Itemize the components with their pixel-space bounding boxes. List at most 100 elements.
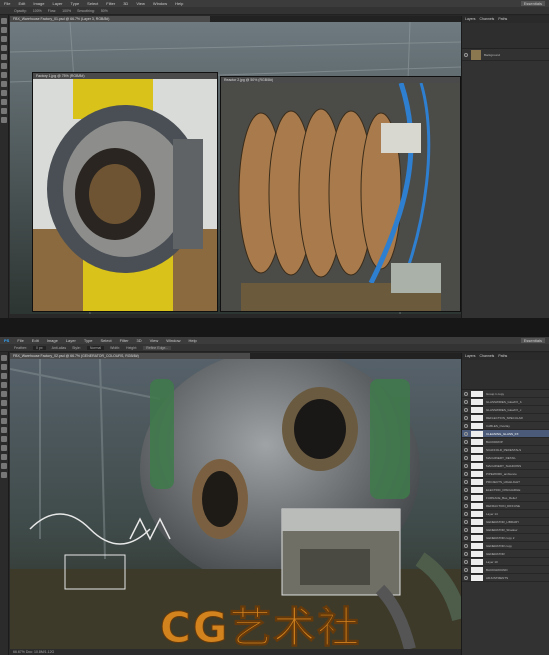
visibility-eye-icon[interactable] bbox=[464, 463, 468, 468]
tab-layers[interactable]: Layers bbox=[465, 16, 476, 23]
layer-controls-bottom[interactable] bbox=[462, 360, 549, 390]
visibility-eye-icon[interactable] bbox=[464, 535, 468, 540]
menu-item-edit[interactable]: Edit bbox=[32, 338, 39, 343]
visibility-eye-icon[interactable] bbox=[464, 575, 468, 580]
layer-row[interactable]: GENERATOR copy 2 bbox=[462, 534, 549, 542]
visibility-eye-icon[interactable] bbox=[464, 407, 468, 412]
lasso-tool-icon[interactable] bbox=[1, 36, 7, 42]
gradient-tool-icon[interactable] bbox=[1, 90, 7, 96]
menu-item-view[interactable]: View bbox=[136, 1, 145, 6]
visibility-eye-icon[interactable] bbox=[464, 495, 468, 500]
menu-item-window[interactable]: Window bbox=[153, 1, 167, 6]
dodge-tool-icon[interactable] bbox=[1, 99, 7, 105]
marquee-tool-icon[interactable] bbox=[1, 364, 7, 370]
feather-input[interactable]: 0 px bbox=[33, 345, 46, 350]
style-select[interactable]: Normal bbox=[86, 345, 105, 350]
tab-layers[interactable]: Layers bbox=[465, 353, 476, 360]
visibility-eye-icon[interactable] bbox=[464, 399, 468, 404]
menu-item-select[interactable]: Select bbox=[101, 338, 112, 343]
layer-row[interactable]: GLASSWIRES_GlowFX_c bbox=[462, 406, 549, 414]
menu-item-file[interactable]: File bbox=[17, 338, 23, 343]
menu-item-help[interactable]: Help bbox=[189, 338, 197, 343]
visibility-eye-icon[interactable] bbox=[464, 423, 468, 428]
visibility-eye-icon[interactable] bbox=[464, 487, 468, 492]
refine-edge-button[interactable]: Refine Edge... bbox=[143, 345, 172, 350]
layer-row[interactable]: ELECTRIC_DISCHARGE bbox=[462, 486, 549, 494]
menu-item-file[interactable]: File bbox=[4, 1, 10, 6]
menu-item-filter[interactable]: Filter bbox=[106, 1, 115, 6]
menu-item-filter[interactable]: Filter bbox=[120, 338, 129, 343]
menu-item-help[interactable]: Help bbox=[175, 1, 183, 6]
menu-item-type[interactable]: Type bbox=[71, 1, 80, 6]
menu-item-3d[interactable]: 3D bbox=[123, 1, 128, 6]
menu-item-view[interactable]: View bbox=[150, 338, 159, 343]
flow-value[interactable]: 100% bbox=[62, 9, 71, 13]
layer-row[interactable]: BACKDROP bbox=[462, 438, 549, 446]
menu-item-edit[interactable]: Edit bbox=[18, 1, 25, 6]
layer-row[interactable]: Group 1 copy bbox=[462, 390, 549, 398]
move-tool-icon[interactable] bbox=[1, 355, 7, 361]
layer-row[interactable]: GLASSWIRES_GlowFX_b bbox=[462, 398, 549, 406]
visibility-eye-icon[interactable] bbox=[464, 471, 468, 476]
brush-tool-icon[interactable] bbox=[1, 400, 7, 406]
visibility-eye-icon[interactable] bbox=[464, 415, 468, 420]
gradient-tool-icon[interactable] bbox=[1, 427, 7, 433]
layer-row[interactable]: SCAFFOLD_PEDESTALS bbox=[462, 446, 549, 454]
dodge-tool-icon[interactable] bbox=[1, 436, 7, 442]
menu-item-type[interactable]: Type bbox=[84, 338, 93, 343]
pen-tool-icon[interactable] bbox=[1, 445, 7, 451]
main-canvas-area[interactable]: FBX_Warehouse Factory_01.psd @ 66.7% (La… bbox=[10, 16, 461, 314]
visibility-eye-icon[interactable] bbox=[464, 52, 468, 57]
layer-row[interactable]: ADJUSTMENTS bbox=[462, 574, 549, 582]
text-tool-icon[interactable] bbox=[1, 454, 7, 460]
visibility-eye-icon[interactable] bbox=[464, 431, 468, 436]
document-window-reactor-2[interactable]: Reactor 2.jpg @ 50% (RGB/8#) bbox=[220, 76, 461, 312]
layer-row[interactable]: GENERATOR_LIBRARY bbox=[462, 518, 549, 526]
clone-tool-icon[interactable] bbox=[1, 409, 7, 415]
tab-paths[interactable]: Paths bbox=[498, 16, 507, 23]
visibility-eye-icon[interactable] bbox=[464, 455, 468, 460]
visibility-eye-icon[interactable] bbox=[464, 567, 468, 572]
layer-row[interactable]: CLEANING_GLASS_FX bbox=[462, 430, 549, 438]
visibility-eye-icon[interactable] bbox=[464, 519, 468, 524]
visibility-eye-icon[interactable] bbox=[464, 503, 468, 508]
layer-row[interactable]: Layer 10 bbox=[462, 558, 549, 566]
visibility-eye-icon[interactable] bbox=[464, 543, 468, 548]
workspace-switcher[interactable]: Essentials bbox=[520, 338, 545, 343]
layer-row[interactable]: REFRACTION_DIFFUSE bbox=[462, 502, 549, 510]
pen-tool-icon[interactable] bbox=[1, 108, 7, 114]
visibility-eye-icon[interactable] bbox=[464, 479, 468, 484]
menu-item-select[interactable]: Select bbox=[87, 1, 98, 6]
layer-row[interactable]: GENERATOR_Shadow bbox=[462, 526, 549, 534]
layer-row[interactable]: BACKGROUND bbox=[462, 566, 549, 574]
layer-row[interactable]: PROJECTS_HIGHLIGHT bbox=[462, 478, 549, 486]
visibility-eye-icon[interactable] bbox=[464, 559, 468, 564]
layer-row[interactable]: CABLES_Overlay bbox=[462, 422, 549, 430]
layer-row[interactable]: MACHINERY_DETAIL bbox=[462, 454, 549, 462]
layer-row[interactable]: GENERATOR copy bbox=[462, 542, 549, 550]
move-tool-icon[interactable] bbox=[1, 18, 7, 24]
eraser-tool-icon[interactable] bbox=[1, 418, 7, 424]
visibility-eye-icon[interactable] bbox=[464, 511, 468, 516]
layer-row[interactable]: GENERATOR bbox=[462, 550, 549, 558]
layer-row[interactable]: Layer 14 bbox=[462, 510, 549, 518]
clone-tool-icon[interactable] bbox=[1, 72, 7, 78]
eyedropper-tool-icon[interactable] bbox=[1, 391, 7, 397]
document-window-factory-1[interactable]: Factory 1.jpg @ 75% (RGB/8#) bbox=[32, 72, 218, 312]
workspace-switcher[interactable]: Essentials bbox=[520, 1, 545, 6]
lasso-tool-icon[interactable] bbox=[1, 373, 7, 379]
visibility-eye-icon[interactable] bbox=[464, 447, 468, 452]
layer-row[interactable]: PIPEWORK_ambience bbox=[462, 470, 549, 478]
text-tool-icon[interactable] bbox=[1, 117, 7, 123]
layer-controls-top[interactable] bbox=[462, 23, 549, 49]
anti-alias-checkbox[interactable]: Anti-alias bbox=[52, 346, 66, 350]
smoothing-value[interactable]: 50% bbox=[101, 9, 108, 13]
crop-tool-icon[interactable] bbox=[1, 382, 7, 388]
zoom-tool-icon[interactable] bbox=[1, 472, 7, 478]
menu-item-3d[interactable]: 3D bbox=[137, 338, 142, 343]
menu-item-layer[interactable]: Layer bbox=[66, 338, 76, 343]
menu-item-image[interactable]: Image bbox=[47, 338, 58, 343]
visibility-eye-icon[interactable] bbox=[464, 527, 468, 532]
crop-tool-icon[interactable] bbox=[1, 45, 7, 51]
visibility-eye-icon[interactable] bbox=[464, 439, 468, 444]
